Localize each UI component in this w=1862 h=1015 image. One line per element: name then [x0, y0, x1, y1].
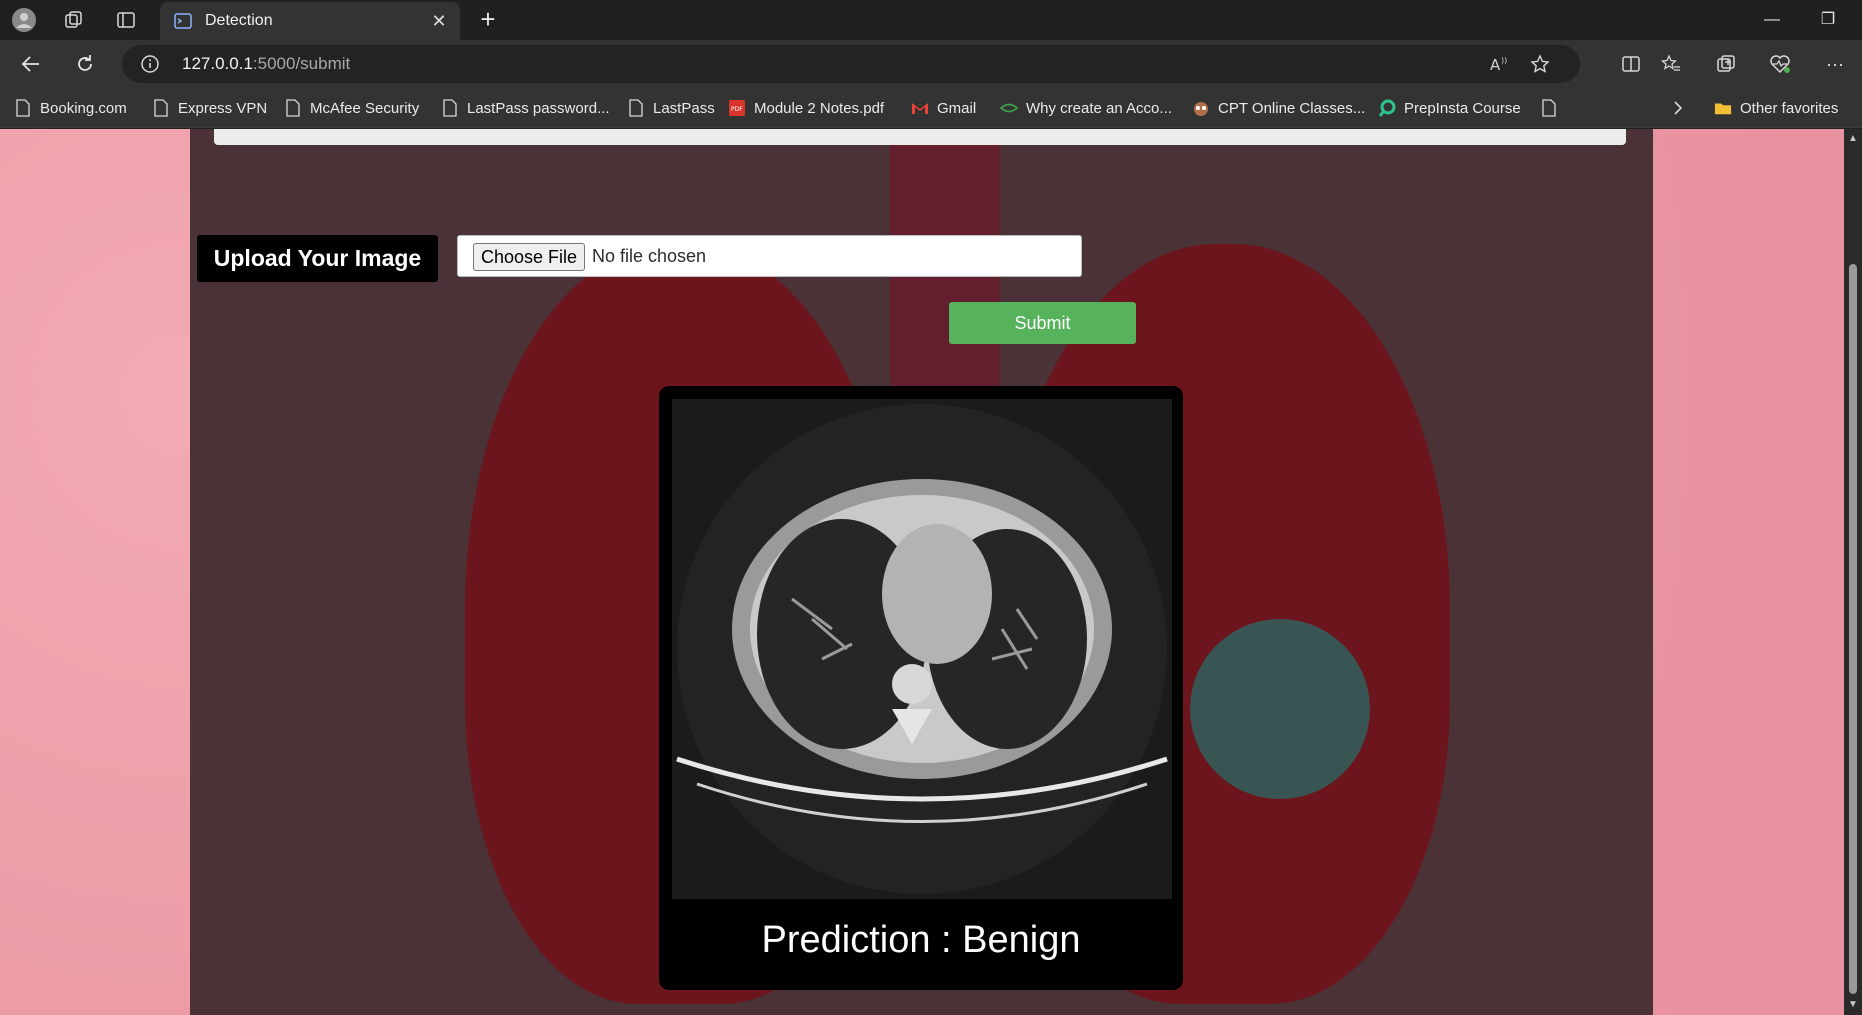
settings-menu-button[interactable]: ···: [1821, 50, 1849, 78]
url-host: 127.0.0.1: [182, 54, 253, 73]
bookmark-label: LastPass: [653, 99, 715, 117]
back-button[interactable]: [17, 50, 45, 78]
bookmarks-bar: Booking.com Express VPN McAfee Security …: [0, 88, 1862, 128]
minimize-button[interactable]: —: [1758, 6, 1786, 34]
bookmark-why-create[interactable]: Why create an Acco...: [1000, 97, 1172, 119]
prepinsta-icon: [1378, 99, 1396, 117]
bookmark-label: Module 2 Notes.pdf: [754, 99, 885, 117]
profile-avatar-icon[interactable]: [12, 8, 36, 32]
bookmark-prepinsta[interactable]: PrepInsta Course: [1378, 97, 1521, 119]
bookmark-label: Express VPN: [178, 99, 268, 117]
svg-text:A: A: [1490, 56, 1501, 74]
other-favorites[interactable]: Other favorites: [1714, 97, 1838, 119]
tab-bar: Detection ✕ + — ❐: [0, 0, 1862, 40]
scroll-down-arrow-icon[interactable]: ▼: [1847, 999, 1859, 1011]
bookmark-label: CPT Online Classes...: [1218, 99, 1366, 117]
collections-icon[interactable]: [1712, 50, 1740, 78]
favorites-icon[interactable]: [1657, 50, 1685, 78]
tab-detection[interactable]: Detection ✕: [160, 2, 460, 40]
bookmark-cpt-online[interactable]: CPT Online Classes...: [1192, 97, 1365, 119]
choose-file-button[interactable]: Choose File: [473, 243, 585, 271]
close-tab-icon[interactable]: ✕: [428, 10, 450, 32]
page-scrollbar[interactable]: ▲ ▼: [1844, 129, 1862, 1015]
prediction-result: Prediction : Benign: [761, 919, 1081, 961]
submit-button[interactable]: Submit: [949, 302, 1136, 344]
page-icon: [627, 99, 645, 117]
header-strip: [214, 129, 1626, 145]
gmail-icon: [911, 99, 929, 117]
page-icon: [152, 99, 170, 117]
bookmarks-overflow-chevron-icon[interactable]: [1672, 97, 1684, 119]
page-content-panel: Upload Your Image Choose File No file ch…: [190, 129, 1653, 1015]
scroll-up-arrow-icon[interactable]: ▲: [1847, 133, 1859, 145]
vertical-tabs-icon[interactable]: [114, 8, 138, 32]
svg-text:)): )): [1501, 56, 1507, 65]
file-input[interactable]: Choose File No file chosen: [457, 235, 1082, 277]
restore-button[interactable]: ❐: [1814, 6, 1842, 34]
terminal-favicon-icon: [174, 12, 192, 35]
owl-icon: [1192, 99, 1210, 117]
bookmark-label: Gmail: [937, 99, 977, 117]
read-aloud-icon[interactable]: A)): [1488, 53, 1510, 75]
split-screen-icon[interactable]: [1617, 50, 1645, 78]
file-status-text: No file chosen: [592, 246, 707, 266]
bookmark-untitled[interactable]: [1540, 97, 1566, 119]
page-icon: [284, 99, 302, 117]
bookmark-label: Why create an Acco...: [1026, 99, 1172, 117]
browser-essentials-icon[interactable]: [1766, 50, 1794, 78]
new-tab-button[interactable]: +: [474, 6, 502, 34]
bookmark-module2-pdf[interactable]: PDF Module 2 Notes.pdf: [728, 97, 884, 119]
result-card: Prediction : Benign: [659, 386, 1183, 990]
bookmark-label: PrepInsta Course: [1404, 99, 1521, 117]
page-viewport: Upload Your Image Choose File No file ch…: [0, 129, 1844, 1015]
other-favorites-label: Other favorites: [1740, 99, 1839, 117]
pdf-icon: PDF: [728, 99, 746, 117]
tab-title: Detection: [205, 12, 273, 29]
bookmark-booking[interactable]: Booking.com: [14, 97, 127, 119]
virus-illustration: [1190, 619, 1370, 799]
bookmark-gmail[interactable]: Gmail: [911, 97, 976, 119]
bookmark-mcafee[interactable]: McAfee Security: [284, 97, 419, 119]
refresh-button[interactable]: [71, 50, 99, 78]
favorite-star-icon[interactable]: [1529, 53, 1551, 75]
page-icon: [441, 99, 459, 117]
upload-label: Upload Your Image: [197, 235, 438, 282]
url-path: :5000/submit: [252, 54, 351, 73]
bookmark-label: Booking.com: [40, 99, 127, 117]
scrollbar-thumb[interactable]: [1849, 264, 1857, 994]
page-icon: [1540, 99, 1558, 117]
site-info-icon[interactable]: [140, 54, 160, 74]
svg-text:PDF: PDF: [731, 106, 743, 113]
bookmark-label: McAfee Security: [310, 99, 420, 117]
leaf-icon: [1000, 99, 1018, 117]
navigation-bar: 127.0.0.1:5000/submit A)) ···: [0, 40, 1862, 88]
url-text[interactable]: 127.0.0.1:5000/submit: [182, 54, 350, 74]
folder-icon: [1714, 99, 1732, 117]
bookmark-label: LastPass password...: [467, 99, 610, 117]
bookmark-lastpass-password[interactable]: LastPass password...: [441, 97, 610, 119]
ct-scan-image: [672, 399, 1172, 899]
workspaces-icon[interactable]: [62, 8, 86, 32]
bookmark-lastpass[interactable]: LastPass: [627, 97, 715, 119]
page-icon: [14, 99, 32, 117]
bookmark-express-vpn[interactable]: Express VPN: [152, 97, 267, 119]
address-bar[interactable]: 127.0.0.1:5000/submit A)): [122, 45, 1580, 83]
